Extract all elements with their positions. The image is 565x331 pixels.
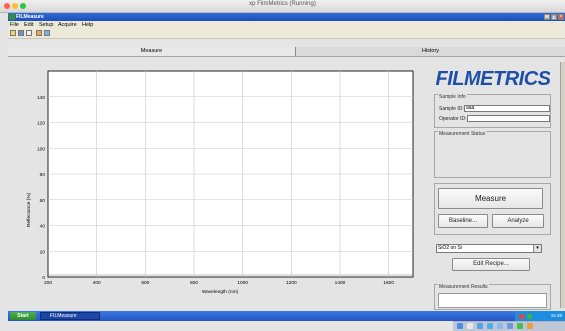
x-tick-label: 600	[141, 280, 149, 286]
window-scrollbar[interactable]	[560, 62, 565, 308]
menu-acquire[interactable]: Acquire	[58, 21, 77, 29]
x-tick-label: 1000	[237, 280, 248, 286]
sample-info-group: Sample Info Sample ID: aaa Operator ID:	[434, 94, 551, 128]
y-tick-labels: 0 20 40 60 80 100 120 140	[37, 95, 45, 281]
x-tick-label: 1600	[383, 280, 394, 286]
clock: 15:39	[550, 313, 562, 318]
app-icon[interactable]	[507, 323, 513, 329]
x-tick-label: 200	[44, 280, 52, 286]
taskbar: Start FILMeasure 15:39	[8, 311, 565, 321]
x-axis-label: Wavelength (nm)	[202, 289, 239, 295]
app-icon[interactable]	[467, 323, 473, 329]
x-tick-labels: 200 400 600 800 1000 1200 1400 1600	[44, 280, 394, 286]
y-tick-label: 80	[40, 172, 46, 178]
y-tick-label: 40	[40, 224, 46, 230]
system-tray: 15:39	[515, 311, 565, 321]
menu-bar: File Edit Setup Acquire Help	[8, 21, 565, 29]
sample-id-label: Sample ID:	[439, 106, 464, 112]
y-tick-label: 60	[40, 198, 46, 204]
start-button[interactable]: Start	[10, 312, 36, 320]
logo-text: FILMETRICS	[436, 68, 550, 88]
filmetrics-logo: FILMETRICS	[436, 68, 550, 88]
chevron-down-icon[interactable]: ▾	[533, 245, 541, 252]
menu-edit[interactable]: Edit	[24, 21, 33, 29]
settings-icon[interactable]	[36, 30, 42, 36]
x-tick-label: 400	[93, 280, 101, 286]
sample-id-field[interactable]: aaa	[464, 105, 550, 112]
network-icon[interactable]	[527, 314, 532, 319]
y-tick-label: 140	[37, 95, 45, 101]
app-icon[interactable]	[537, 323, 543, 329]
menu-setup[interactable]: Setup	[39, 21, 53, 29]
app-titlebar: FILMeasure _ □ ×	[8, 13, 565, 21]
menu-help[interactable]: Help	[82, 21, 93, 29]
host-titlebar: xp FilmMetrics (Running)	[0, 0, 565, 13]
reflectance-chart: 200 400 600 800 1000 1200 1400 1600 0 20 40 60 80 10…	[26, 70, 414, 295]
app-title: FILMeasure	[16, 14, 44, 20]
host-window-title: xp FilmMetrics (Running)	[249, 1, 316, 7]
taskbar-app-button[interactable]: FILMeasure	[40, 312, 100, 320]
tab-measure[interactable]: Measure	[8, 47, 296, 56]
menu-file[interactable]: File	[10, 21, 19, 29]
app-icon[interactable]	[527, 323, 533, 329]
edit-recipe-button[interactable]: Edit Recipe...	[452, 258, 530, 271]
measure-button[interactable]: Measure	[438, 188, 543, 209]
measurement-status-group: Measurement Status	[434, 131, 551, 178]
measurement-status-title: Measurement Status	[438, 131, 487, 137]
app-icon[interactable]	[487, 323, 493, 329]
app-icon[interactable]	[497, 323, 503, 329]
recipe-select[interactable]: SiO2 on Si ▾	[436, 244, 542, 253]
y-axis-label: Reflectance (%)	[26, 193, 32, 228]
results-box	[438, 293, 547, 308]
tab-bar: Measure History	[8, 47, 565, 57]
sample-info-title: Sample Info	[438, 94, 467, 100]
y-tick-label: 100	[37, 146, 45, 152]
baseline-button[interactable]: Baseline...	[438, 214, 488, 228]
close-button[interactable]: ×	[558, 14, 564, 20]
app-icon[interactable]	[517, 323, 523, 329]
app-icon	[9, 14, 15, 20]
operator-id-label: Operator ID:	[439, 116, 467, 122]
help-icon[interactable]	[44, 30, 50, 36]
measurement-results-group: Measurement Results	[434, 284, 551, 310]
y-tick-label: 120	[37, 121, 45, 127]
analyze-button[interactable]: Analyze	[492, 214, 544, 228]
y-tick-label: 20	[40, 249, 46, 255]
app-icon[interactable]	[477, 323, 483, 329]
finder-icon[interactable]	[457, 323, 463, 329]
shield-icon[interactable]	[519, 314, 524, 319]
y-tick-label: 0	[42, 275, 45, 281]
tab-history[interactable]: History	[296, 47, 565, 56]
open-folder-icon[interactable]	[10, 30, 16, 36]
x-tick-label: 1400	[335, 280, 346, 286]
x-tick-label: 1200	[286, 280, 297, 286]
recipe-selected: SiO2 on Si	[438, 245, 462, 251]
save-icon[interactable]	[18, 30, 24, 36]
x-tick-label: 800	[190, 280, 198, 286]
measurement-results-title: Measurement Results	[438, 284, 489, 290]
maximize-button[interactable]: □	[551, 14, 557, 20]
toolbar	[8, 29, 565, 39]
operator-id-field[interactable]	[467, 115, 550, 122]
minimize-button[interactable]: _	[544, 14, 550, 20]
print-icon[interactable]	[26, 30, 32, 36]
